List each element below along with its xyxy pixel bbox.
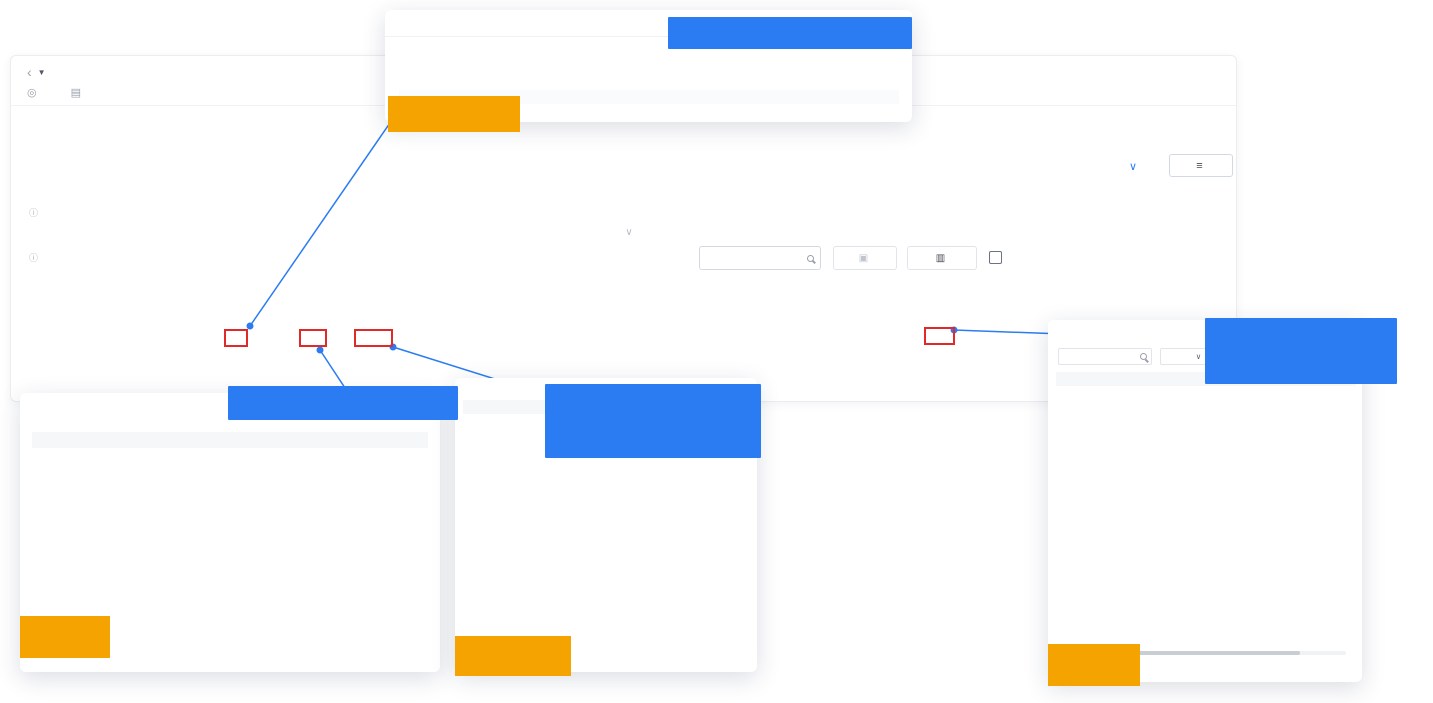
search-icon[interactable] [807,255,814,262]
info-icon: ⓘ [29,251,38,264]
supplier-table [32,432,428,448]
filter-row-tier: ⓘ [27,206,1127,219]
batch-delete-button[interactable]: ▣ [833,246,897,270]
callout-contact [1205,318,1397,384]
table-toolbar: ⓘ ▣ ▥ [27,248,1027,274]
contact-search-input[interactable] [1063,353,1140,360]
trash-icon: ▣ [859,253,868,264]
by-country-button[interactable]: ≡ [1169,154,1233,177]
contact-search [1058,348,1152,365]
callout-suppliers [228,386,458,420]
info-icon: ⓘ [29,206,38,219]
customer-search [699,246,821,270]
screenshot-stage: ‹▼ ◎ ▤ ⓘ ∨ ≡ ∨ [0,0,1433,703]
trade-record-button[interactable]: ▤ [71,87,98,99]
callout-latest-trade [668,17,912,49]
value-prop-block [1085,44,1433,54]
page-title[interactable]: ‹▼ [27,64,46,80]
gear-icon: ◎ [27,87,37,99]
back-icon[interactable]: ‹ [27,64,32,80]
filter-label: ⓘ [27,206,89,219]
label-latest-news [388,96,520,132]
search-input[interactable] [706,253,807,264]
search-icon[interactable] [1140,353,1147,360]
label-trade-times [455,636,571,676]
collapse-chevron[interactable]: ∨ [611,228,647,240]
plan-settings-button[interactable]: ◎ [27,87,54,99]
document-icon: ▤ [71,87,81,99]
callout-trade-times [545,384,761,458]
custom-columns-button[interactable]: ▥ [907,246,977,270]
toolbar: ◎ ▤ [27,86,112,99]
expand-link[interactable]: ∨ [1129,160,1137,173]
list-icon: ≡ [1196,160,1202,172]
columns-icon: ▥ [936,253,945,264]
chevron-down-icon: ▼ [38,68,46,77]
label-contact [1048,644,1140,686]
fullscreen-icon[interactable] [989,251,1002,264]
supplier-table-header [32,432,428,448]
label-supplier [20,616,110,658]
